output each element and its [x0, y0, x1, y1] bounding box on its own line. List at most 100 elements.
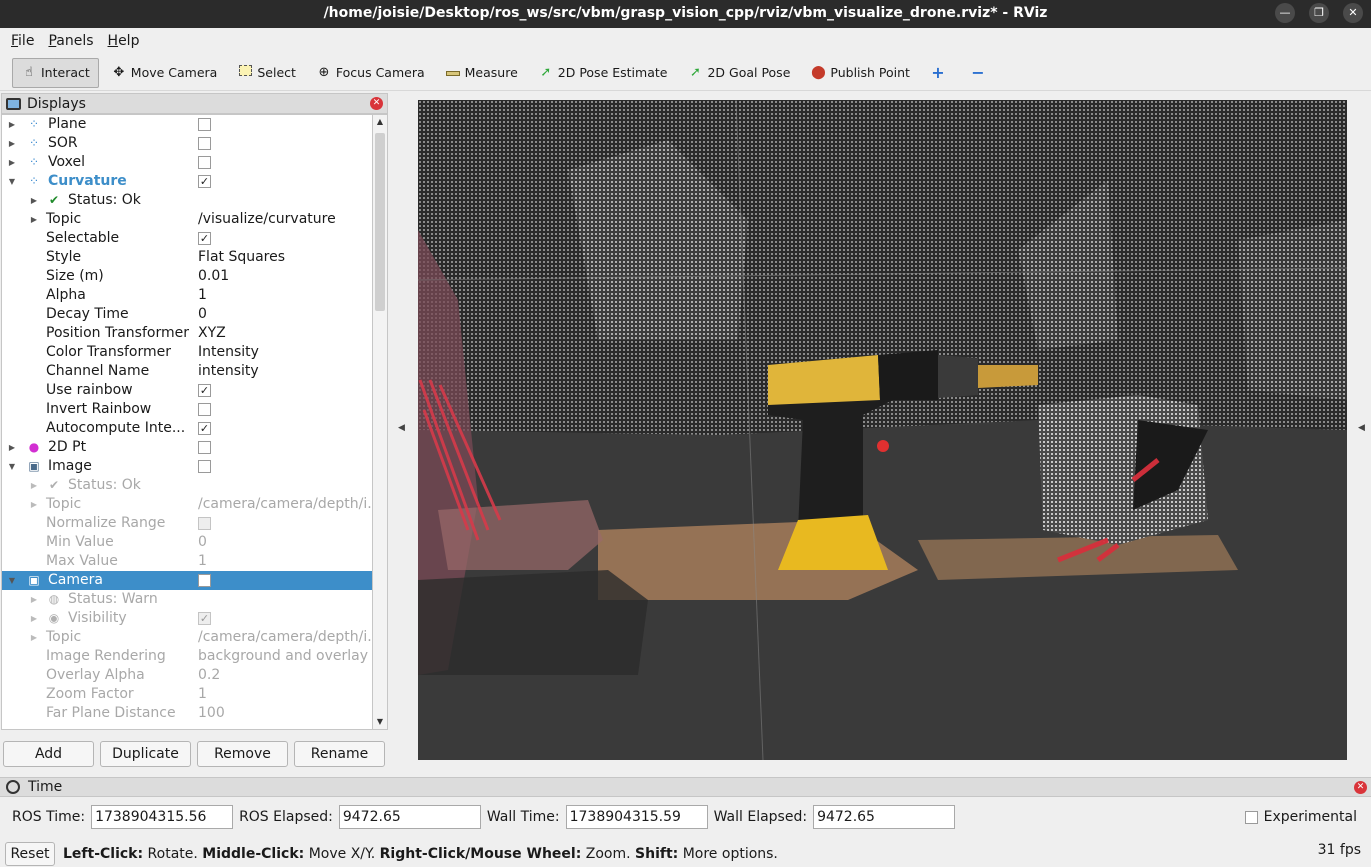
property-value[interactable]: /visualize/curvature [198, 210, 336, 229]
maximize-button[interactable]: ❐ [1309, 3, 1329, 23]
menu-panels[interactable]: Panels [41, 33, 100, 49]
expand-down-icon[interactable]: ▼ [6, 571, 18, 590]
display-property[interactable]: Normalize Range [2, 514, 372, 533]
expand-right-icon[interactable]: ▶ [28, 590, 40, 609]
property-value[interactable]: background and overlay [198, 647, 368, 666]
enable-checkbox[interactable]: ✓ [198, 384, 211, 397]
display-property[interactable]: Alpha 1 [2, 286, 372, 305]
expand-right-icon[interactable]: ▶ [6, 438, 18, 457]
display-property[interactable]: Use rainbow ✓ [2, 381, 372, 400]
expand-right-icon[interactable]: ▶ [28, 495, 40, 514]
enable-checkbox[interactable]: ✓ [198, 612, 211, 625]
display-property[interactable]: Autocompute Inte... ✓ [2, 419, 372, 438]
tool-interact[interactable]: ☝ Interact [12, 57, 99, 88]
property-value[interactable]: 0.01 [198, 267, 229, 286]
expand-right-icon[interactable]: ▶ [28, 476, 40, 495]
property-value[interactable]: 0 [198, 305, 207, 324]
display-property[interactable]: ▶ ✔ Status: Ok [2, 191, 372, 210]
display-property[interactable]: Channel Name intensity [2, 362, 372, 381]
collapse-left-icon[interactable]: ◀ [398, 423, 405, 433]
display-property[interactable]: Overlay Alpha 0.2 [2, 666, 372, 685]
expand-right-icon[interactable]: ▶ [28, 628, 40, 647]
enable-checkbox[interactable] [198, 156, 211, 169]
scrollbar-thumb[interactable] [375, 133, 385, 311]
display-property[interactable]: ▶ ✔ Status: Ok [2, 476, 372, 495]
display-property[interactable]: Max Value 1 [2, 552, 372, 571]
display-property[interactable]: Image Rendering background and overlay [2, 647, 372, 666]
display-property[interactable]: ▶ Topic/visualize/curvature [2, 210, 372, 229]
property-value[interactable]: Flat Squares [198, 248, 285, 267]
display-property[interactable]: ▶ Topic/camera/camera/depth/i... [2, 628, 372, 647]
scroll-up-icon[interactable]: ▲ [373, 115, 387, 129]
property-value[interactable]: /camera/camera/depth/i... [198, 628, 372, 647]
expand-down-icon[interactable]: ▼ [6, 172, 18, 191]
property-value[interactable]: Intensity [198, 343, 259, 362]
duplicate-button[interactable]: Duplicate [100, 741, 191, 767]
enable-checkbox[interactable] [198, 460, 211, 473]
display-property[interactable]: ▶ ◉ Visibility ✓ [2, 609, 372, 628]
expand-right-icon[interactable]: ▶ [6, 115, 18, 134]
property-value[interactable]: 100 [198, 704, 225, 723]
wall-elapsed-field[interactable]: 9472.65 [813, 805, 956, 829]
display-property[interactable]: Far Plane Distance 100 [2, 704, 372, 723]
displays-scrollbar[interactable]: ▲ ▼ [373, 114, 388, 730]
menu-help[interactable]: Help [101, 33, 147, 49]
rename-button[interactable]: Rename [294, 741, 385, 767]
display-property[interactable]: Decay Time 0 [2, 305, 372, 324]
display-item[interactable]: ▼ ▣ Image [2, 457, 372, 476]
property-value[interactable]: 1 [198, 552, 207, 571]
display-item[interactable]: ▼ ▣ Camera [2, 571, 372, 590]
property-value[interactable]: 0 [198, 533, 207, 552]
minimize-button[interactable]: — [1275, 3, 1295, 23]
ros-elapsed-field[interactable]: 9472.65 [338, 805, 481, 829]
enable-checkbox[interactable] [198, 574, 211, 587]
render-viewport[interactable] [418, 100, 1347, 760]
expand-right-icon[interactable]: ▶ [6, 153, 18, 172]
display-property[interactable]: Invert Rainbow [2, 400, 372, 419]
expand-right-icon[interactable]: ▶ [28, 210, 40, 229]
left-splitter[interactable]: ◀ [390, 93, 417, 768]
tool-publish-point[interactable]: ⬤ Publish Point [802, 58, 918, 88]
enable-checkbox[interactable]: ✓ [198, 175, 211, 188]
enable-checkbox[interactable] [198, 441, 211, 454]
property-value[interactable]: 1 [198, 286, 207, 305]
collapse-right-icon[interactable]: ◀ [1358, 423, 1365, 433]
enable-checkbox[interactable] [198, 118, 211, 131]
display-item[interactable]: ▶ ⁘ SOR [2, 134, 372, 153]
display-property[interactable]: Color Transformer Intensity [2, 343, 372, 362]
display-item[interactable]: ▶ ⁘ Plane [2, 115, 372, 134]
tool-focus-camera[interactable]: ⊕ Focus Camera [308, 58, 433, 88]
reset-button[interactable]: Reset [5, 841, 55, 866]
expand-right-icon[interactable]: ▶ [28, 609, 40, 628]
enable-checkbox[interactable] [198, 403, 211, 416]
tool-measure[interactable]: Measure [437, 58, 526, 88]
enable-checkbox[interactable] [198, 137, 211, 150]
wall-time-field[interactable]: 1738904315.59 [565, 805, 708, 829]
display-property[interactable]: Size (m) 0.01 [2, 267, 372, 286]
display-item[interactable]: ▼ ⁘ Curvature ✓ [2, 172, 372, 191]
tool-move-camera[interactable]: ✥ Move Camera [103, 58, 226, 88]
display-property[interactable]: Position Transformer XYZ [2, 324, 372, 343]
property-value[interactable]: intensity [198, 362, 259, 381]
close-panel-icon[interactable]: ✕ [370, 97, 383, 110]
property-value[interactable]: XYZ [198, 324, 226, 343]
right-splitter[interactable]: ◀ [1353, 93, 1371, 768]
display-item[interactable]: ▶ ⁘ Voxel [2, 153, 372, 172]
close-button[interactable]: ✕ [1343, 3, 1363, 23]
display-property[interactable]: ▶ ◍ Status: Warn [2, 590, 372, 609]
display-property[interactable]: Zoom Factor 1 [2, 685, 372, 704]
enable-checkbox[interactable]: ✓ [198, 232, 211, 245]
scroll-down-icon[interactable]: ▼ [373, 715, 387, 729]
experimental-checkbox[interactable]: Experimental [1244, 809, 1357, 825]
tool-2d-goal-pose[interactable]: ➚ 2D Goal Pose [679, 58, 798, 88]
add-tool-button[interactable]: + [922, 58, 958, 88]
property-value[interactable]: 0.2 [198, 666, 220, 685]
add-button[interactable]: Add [3, 741, 94, 767]
display-property[interactable]: Selectable ✓ [2, 229, 372, 248]
remove-tool-button[interactable]: − [962, 58, 998, 88]
menu-file[interactable]: File [4, 33, 41, 49]
remove-button[interactable]: Remove [197, 741, 288, 767]
tool-2d-pose-estimate[interactable]: ➚ 2D Pose Estimate [530, 58, 676, 88]
enable-checkbox[interactable]: ✓ [198, 422, 211, 435]
display-property[interactable]: ▶ Topic/camera/camera/depth/i... [2, 495, 372, 514]
